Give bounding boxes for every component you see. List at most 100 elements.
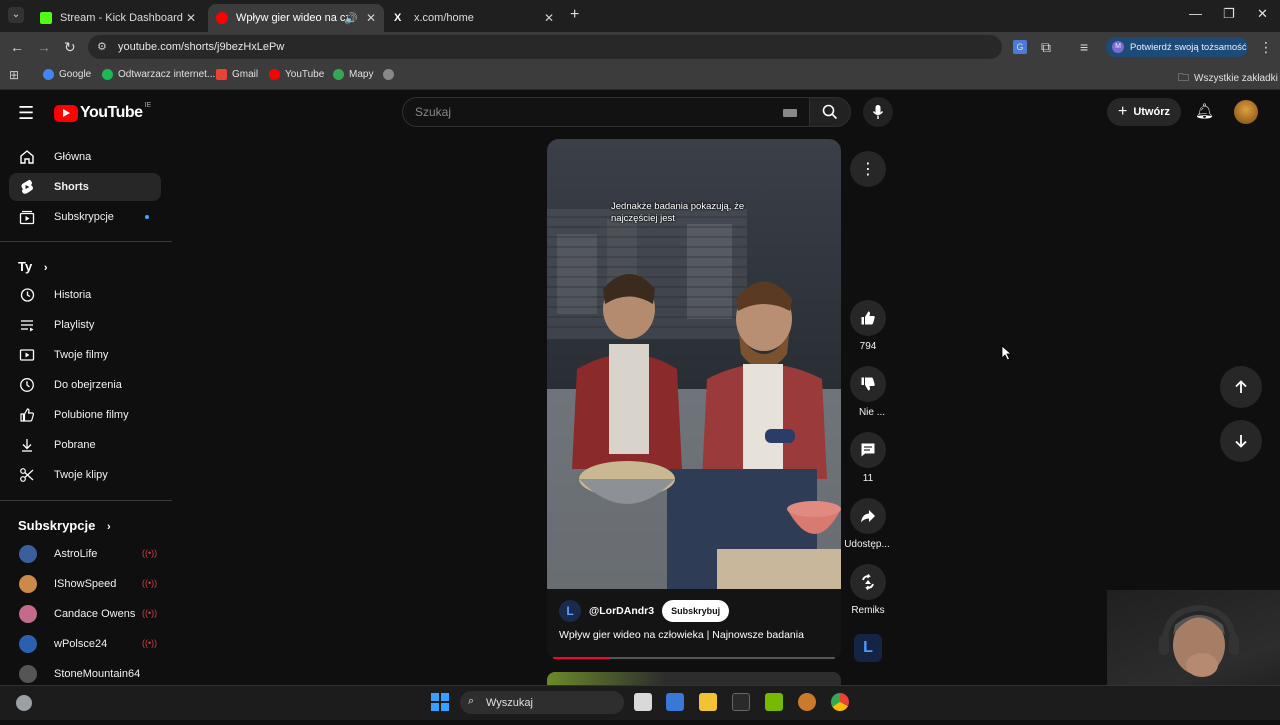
sidebar-item-subscriptions[interactable]: Subskrypcje [9,203,161,231]
sidebar-item-clips[interactable]: Twoje klipy [9,461,161,489]
windows-start-icon[interactable] [431,693,449,711]
reload-icon[interactable]: ↻ [64,39,76,56]
sidebar-item-playlists[interactable]: Playlisty [9,311,161,339]
sidebar-sub-ishowspeed[interactable]: IShowSpeed ((•)) [9,570,161,598]
remix-button[interactable] [850,564,886,600]
arrow-up-icon [1235,380,1247,393]
spotify-icon [102,69,113,80]
back-icon[interactable]: ← [10,39,24,55]
speaker-icon[interactable]: 🔊 [344,12,358,25]
tab-kick[interactable]: Stream - Kick Dashboard ✕ [32,4,204,32]
bookmark-google[interactable]: Google [43,69,91,80]
chrome-icon[interactable] [831,693,849,711]
sidebar-sub-wpolsce24[interactable]: wPolsce24 ((•)) [9,630,161,658]
keyboard-icon[interactable] [783,109,797,117]
taskbar-search[interactable]: ⌕ Wyszukaj [460,691,624,714]
create-button[interactable]: + Utwórz [1107,98,1181,126]
subscriptions-section-heading[interactable]: Subskrypcje › [18,518,111,533]
sidebar-item-downloads[interactable]: Pobrane [9,431,161,459]
translate-icon[interactable]: G [1013,40,1027,54]
bookmark-spotify[interactable]: Odtwarzacz internet... [102,69,215,80]
avatar [19,575,37,593]
sidebar-item-home[interactable]: Główna [9,143,161,171]
close-icon[interactable]: ✕ [186,11,196,25]
notion-icon[interactable] [732,693,750,711]
chevron-right-icon: › [106,521,111,533]
site-info-icon[interactable]: ⚙ [97,40,107,53]
short-video-player[interactable]: Jednakże badania pokazują, że najczęście… [547,139,841,660]
sidebar-item-watch-later[interactable]: Do obejrzenia [9,371,161,399]
subscribe-button[interactable]: Subskrybuj [662,600,730,622]
all-bookmarks[interactable]: 🗀 Wszystkie zakładki [1178,69,1278,88]
app-icon[interactable] [798,693,816,711]
like-button[interactable] [850,300,886,336]
menu-kebab-icon[interactable]: ⋮ [1259,39,1273,56]
live-icon: ((•)) [142,548,158,558]
new-content-dot [145,215,149,219]
dislike-button[interactable] [850,366,886,402]
notifications-bell-icon[interactable]: 🔔︎ [1195,102,1214,120]
channel-handle[interactable]: @LorDAndr3 [589,605,654,617]
previous-short-button[interactable] [1220,366,1262,408]
next-short-preview[interactable] [547,672,841,685]
hamburger-menu-icon[interactable]: ☰ [18,103,34,124]
short-channel-row: L @LorDAndr3 Subskrybuj [559,599,829,623]
short-title[interactable]: Wpływ gier wideo na człowieka | Najnowsz… [559,629,834,641]
you-section-heading[interactable]: Ty › [18,259,48,274]
profile-verify-button[interactable]: M Potwierdź swoją tożsamość [1106,37,1248,57]
file-explorer-icon[interactable] [699,693,717,711]
channel-avatar[interactable]: L [559,600,581,622]
progress-bar[interactable] [553,657,835,659]
shorts-icon [21,179,33,194]
youtube-logo[interactable]: YouTube IE [54,102,151,122]
google-icon [43,69,54,80]
sidebar-item-shorts[interactable]: Shorts [9,173,161,201]
sound-thumbnail[interactable]: L [854,634,882,662]
bookmark-globe[interactable] [383,69,399,80]
sidebar-item-liked[interactable]: Polubione filmy [9,401,161,429]
sidebar-sub-stonemountain64[interactable]: StoneMountain64 [9,660,161,688]
next-short-button[interactable] [1220,420,1262,462]
close-icon[interactable]: ✕ [366,11,376,25]
search-input[interactable]: Szukaj [402,97,810,127]
store-icon[interactable] [666,693,684,711]
nvidia-icon[interactable] [765,693,783,711]
search-button[interactable] [809,97,851,127]
bookmark-youtube[interactable]: YouTube [269,69,324,80]
minimize-icon[interactable]: — [1189,6,1202,21]
bookmark-gmail[interactable]: Gmail [216,69,258,80]
mouse-cursor-icon [1001,345,1012,361]
plus-icon: + [1117,103,1128,120]
tab-youtube[interactable]: Wpływ gier wideo na człow 🔊 ✕ [208,4,384,32]
media-controls-icon[interactable]: ≡ [1080,39,1088,55]
extensions-icon[interactable]: ⧉ [1041,39,1051,56]
maximize-icon[interactable]: ❐ [1223,6,1235,22]
sidebar-item-history[interactable]: Historia [9,281,161,309]
close-window-icon[interactable]: ✕ [1257,6,1268,22]
more-options-button[interactable]: ⋮ [850,151,886,187]
sidebar-sub-astrolife[interactable]: AstroLife ((•)) [9,540,161,568]
address-bar[interactable]: ⚙ youtube.com/shorts/j9bezHxLePw [88,35,1002,59]
bookmark-maps[interactable]: Mapy [333,69,373,80]
close-icon[interactable]: ✕ [544,11,554,25]
weather-widget-icon[interactable] [16,695,32,711]
sidebar-sub-candace-owens[interactable]: Candace Owens ((•)) [9,600,161,628]
new-tab-icon[interactable]: + [570,6,579,24]
task-view-icon[interactable] [634,693,652,711]
comment-count: 11 [862,473,874,484]
tab-search-chevron-icon[interactable]: ⌄ [8,7,24,23]
tab-x[interactable]: X x.com/home ✕ [386,4,562,32]
apps-grid-icon[interactable]: ⊞ [9,68,19,82]
download-icon [22,439,32,452]
comments-button[interactable] [850,432,886,468]
avatar [19,605,37,623]
forward-icon[interactable]: → [37,39,51,55]
gmail-icon [216,69,227,80]
voice-search-button[interactable] [863,97,893,127]
globe-icon [383,69,394,80]
history-icon [20,288,35,302]
sidebar-item-your-videos[interactable]: Twoje filmy [9,341,161,369]
bookmarks-bar: ⊞ Google Odtwarzacz internet... Gmail Yo… [0,62,1280,90]
share-button[interactable] [850,498,886,534]
user-avatar[interactable] [1234,100,1258,124]
